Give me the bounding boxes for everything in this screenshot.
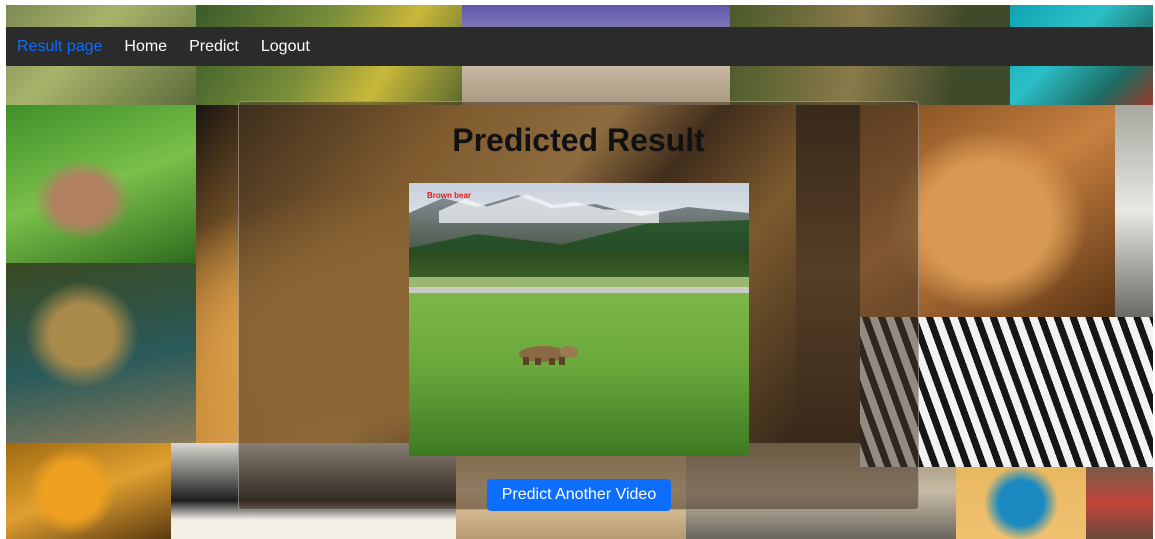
nav-link-home[interactable]: Home	[124, 38, 167, 56]
nav-link-predict[interactable]: Predict	[189, 38, 239, 56]
result-video[interactable]: Brown bear	[409, 183, 749, 456]
page-viewport: Result page Home Predict Logout Predicte…	[6, 5, 1153, 539]
background-tile-jaguar	[6, 263, 196, 443]
nav-link-result-page[interactable]: Result page	[17, 38, 102, 56]
video-treeline	[409, 251, 749, 277]
video-grass	[409, 293, 749, 456]
navbar: Result page Home Predict Logout	[6, 27, 1153, 66]
background-tile-deer	[6, 105, 196, 263]
video-prediction-label: Brown bear	[427, 191, 472, 200]
predict-another-video-button[interactable]: Predict Another Video	[487, 479, 671, 511]
page-title: Predicted Result	[452, 122, 705, 158]
nav-link-logout[interactable]: Logout	[261, 38, 310, 56]
background-tile-animal	[1115, 105, 1153, 317]
background-tile-kingfisher	[956, 467, 1086, 539]
result-panel: Predicted Result Brown bear Predict Anot…	[238, 101, 919, 511]
background-tile-flower	[6, 443, 171, 539]
background-tile-animal	[1086, 467, 1153, 539]
bear-figure	[519, 346, 578, 365]
